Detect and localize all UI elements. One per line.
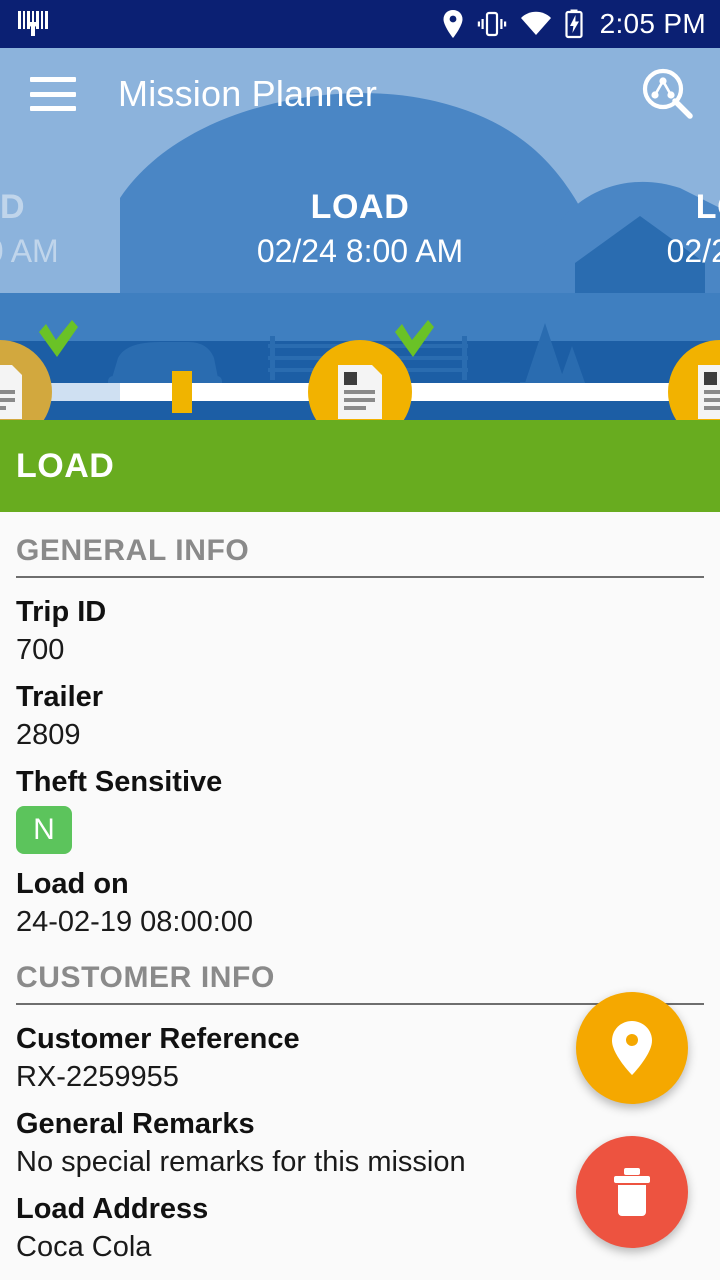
map-location-button[interactable] <box>576 992 688 1104</box>
vibrate-icon <box>477 11 506 37</box>
waypoint-marker-icon <box>172 371 192 413</box>
section-heading-general-info: GENERAL INFO <box>16 534 250 567</box>
document-icon <box>0 365 22 419</box>
carousel-item-previous[interactable]: AD 0:00 AM <box>0 188 150 270</box>
stop-datetime: 02/24 1 <box>666 233 720 269</box>
barcode-scanner-icon <box>18 11 48 36</box>
field-label: Trip ID <box>16 596 107 628</box>
field-trip-id: Trip ID 700 <box>16 582 704 667</box>
stop-datetime: 02/24 8:00 AM <box>256 233 464 269</box>
battery-charging-icon <box>565 9 583 39</box>
route-search-icon[interactable] <box>636 63 698 125</box>
field-value: 24-02-19 08:00:00 <box>16 906 254 938</box>
stop-datetime: 0:00 AM <box>0 233 59 269</box>
status-bar-right-icons: 2:05 PM <box>442 8 706 40</box>
field-label: General Remarks <box>16 1108 255 1140</box>
location-pin-icon <box>443 10 463 38</box>
field-trailer: Trailer 2809 <box>16 667 704 752</box>
section-heading-customer-info: CUSTOMER INFO <box>16 961 275 994</box>
stop-carousel[interactable]: AD 0:00 AM LOAD 02/24 8:00 AM LO 02/24 1 <box>0 188 720 308</box>
map-pin-icon <box>612 1021 652 1075</box>
stop-title: LO <box>695 188 720 226</box>
stop-title: LOAD <box>310 188 410 226</box>
field-label: Theft Sensitive <box>16 766 223 798</box>
wifi-icon <box>520 11 551 36</box>
document-icon <box>698 365 720 419</box>
timeline-node-next[interactable] <box>668 340 720 420</box>
field-value: 2809 <box>16 719 81 751</box>
app-bar: Mission Planner <box>0 48 720 140</box>
status-bar-clock: 2:05 PM <box>599 8 706 39</box>
status-badge: N <box>16 806 72 854</box>
page-title: Mission Planner <box>118 73 378 114</box>
app-screen: 2:05 PM Mission Planner D AM LOAD 02/24 … <box>0 0 720 1280</box>
section-banner: LOAD <box>0 420 720 512</box>
check-icon <box>39 320 78 357</box>
status-bar-left-icons <box>16 9 50 39</box>
stop-title: AD <box>0 188 26 226</box>
field-value: 700 <box>16 634 65 666</box>
carousel-item-current[interactable]: LOAD 02/24 8:00 AM <box>210 188 510 270</box>
field-label: Trailer <box>16 681 104 713</box>
trash-icon <box>614 1168 650 1216</box>
hamburger-menu-icon[interactable] <box>30 77 76 111</box>
section-divider <box>16 576 704 578</box>
section-banner-label: LOAD <box>16 446 115 485</box>
carousel-item-next[interactable]: LO 02/24 1 <box>570 188 720 270</box>
mission-header-illustration: Mission Planner AD 0:00 AM LOA <box>0 48 720 420</box>
mission-timeline[interactable] <box>0 308 720 420</box>
field-label: Load on <box>16 868 129 900</box>
field-theft-sensitive: Theft Sensitive N <box>16 752 704 854</box>
document-icon <box>338 365 382 419</box>
delete-button[interactable] <box>576 1136 688 1248</box>
field-load-on: Load on 24-02-19 08:00:00 <box>16 854 704 939</box>
status-bar: 2:05 PM <box>0 0 720 48</box>
check-icon <box>395 320 434 357</box>
